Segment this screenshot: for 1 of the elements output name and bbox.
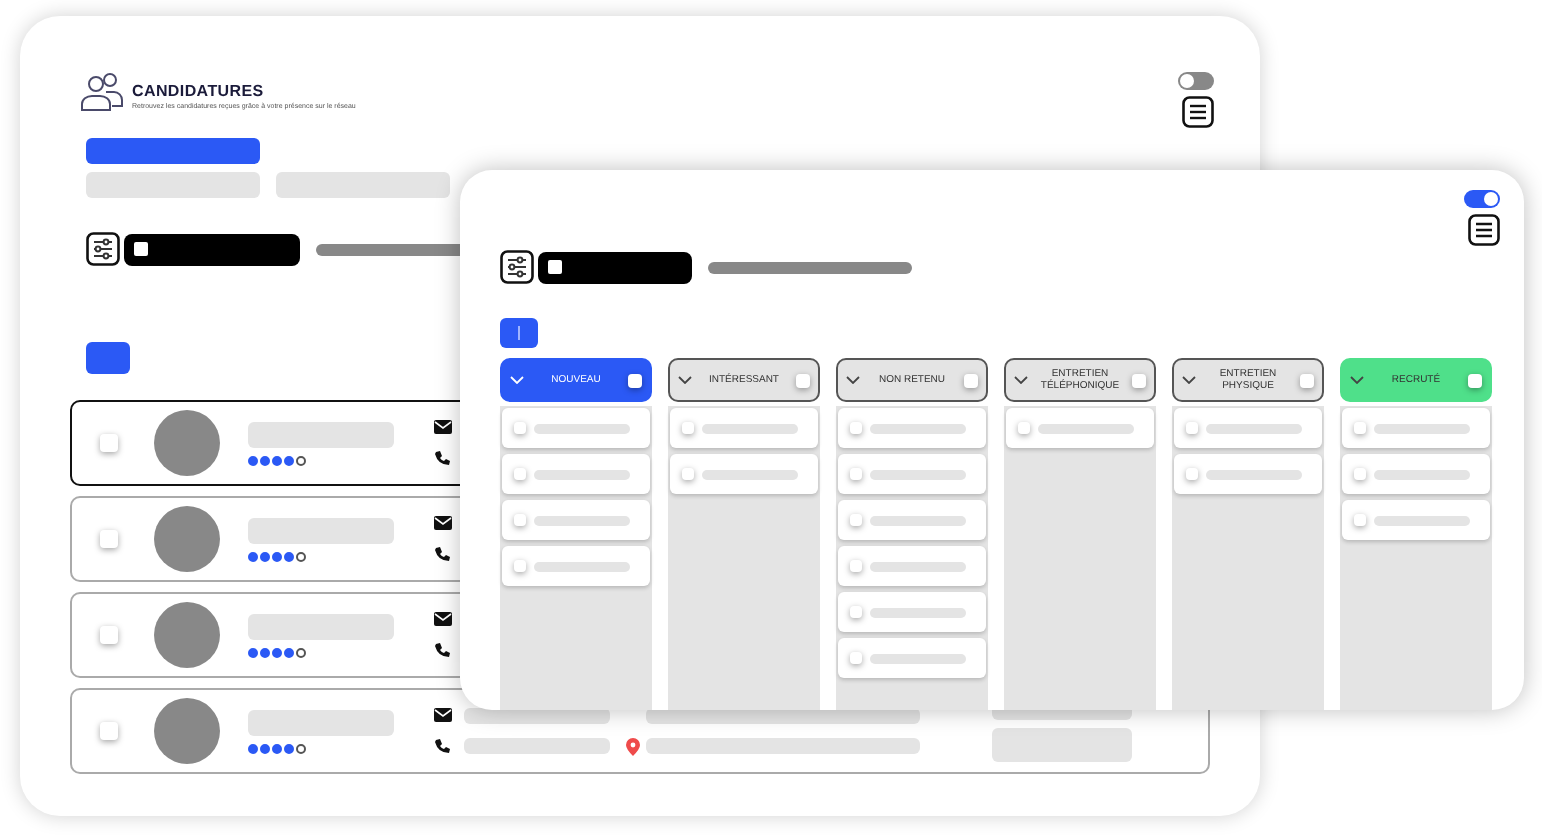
page-title: CANDIDATURES bbox=[132, 82, 266, 100]
